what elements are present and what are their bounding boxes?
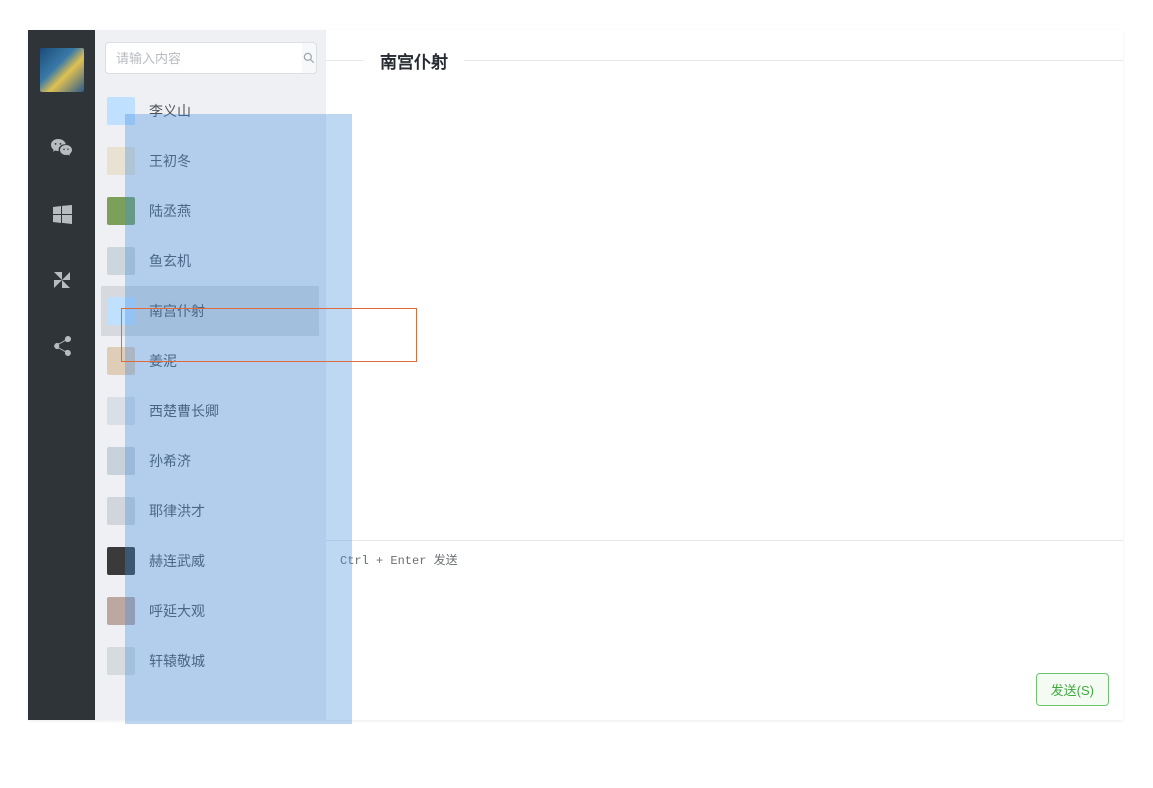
pinwheel-icon[interactable]: [42, 260, 82, 300]
contact-name: 西楚曹长卿: [149, 401, 219, 421]
contact-avatar: [107, 347, 135, 375]
contact-name: 陆丞燕: [149, 201, 191, 221]
contact-item[interactable]: 陆丞燕: [101, 186, 319, 236]
send-button[interactable]: 发送(S): [1036, 673, 1109, 706]
contact-avatar: [107, 647, 135, 675]
contact-name: 耶律洪才: [149, 501, 205, 521]
chat-messages[interactable]: [326, 90, 1123, 540]
user-avatar[interactable]: [40, 48, 84, 92]
contact-avatar: [107, 547, 135, 575]
contact-avatar: [107, 497, 135, 525]
contact-name: 姜泥: [149, 351, 177, 371]
contact-item[interactable]: 南宫仆射: [101, 286, 319, 336]
chat-editor: Ctrl + Enter 发送 发送(S): [326, 540, 1123, 720]
nav-sidebar: [28, 30, 95, 720]
contact-name: 赫连武威: [149, 551, 205, 571]
contact-item[interactable]: 鱼玄机: [101, 236, 319, 286]
contact-avatar: [107, 197, 135, 225]
search-row: [95, 30, 325, 86]
contact-name: 鱼玄机: [149, 251, 191, 271]
wechat-icon[interactable]: [42, 128, 82, 168]
contact-avatar: [107, 147, 135, 175]
contact-item[interactable]: 西楚曹长卿: [101, 386, 319, 436]
contact-item[interactable]: 耶律洪才: [101, 486, 319, 536]
contact-item[interactable]: 姜泥: [101, 336, 319, 386]
contact-item[interactable]: 王初冬: [101, 136, 319, 186]
contact-avatar: [107, 297, 135, 325]
contacts-panel: 李义山王初冬陆丞燕鱼玄机南宫仆射姜泥西楚曹长卿孙希济耶律洪才赫连武威呼延大观轩辕…: [95, 30, 325, 720]
windows-icon[interactable]: [42, 194, 82, 234]
contact-list[interactable]: 李义山王初冬陆丞燕鱼玄机南宫仆射姜泥西楚曹长卿孙希济耶律洪才赫连武威呼延大观轩辕…: [95, 86, 325, 720]
contact-avatar: [107, 447, 135, 475]
contact-item[interactable]: 呼延大观: [101, 586, 319, 636]
app-window: 李义山王初冬陆丞燕鱼玄机南宫仆射姜泥西楚曹长卿孙希济耶律洪才赫连武威呼延大观轩辕…: [28, 30, 1123, 720]
search-button[interactable]: [302, 42, 317, 74]
contact-item[interactable]: 李义山: [101, 86, 319, 136]
chat-header: 南宫仆射: [326, 30, 1123, 90]
contact-name: 王初冬: [149, 151, 191, 171]
contact-name: 呼延大观: [149, 601, 205, 621]
contact-avatar: [107, 97, 135, 125]
contact-avatar: [107, 247, 135, 275]
contact-item[interactable]: 赫连武威: [101, 536, 319, 586]
chat-panel: 南宫仆射 Ctrl + Enter 发送 发送(S): [325, 30, 1123, 720]
editor-hint[interactable]: Ctrl + Enter 发送: [326, 541, 1123, 663]
search-input[interactable]: [105, 42, 302, 74]
contact-name: 轩辕敬城: [149, 651, 205, 671]
chat-title: 南宫仆射: [364, 48, 464, 73]
contact-avatar: [107, 397, 135, 425]
contact-name: 南宫仆射: [149, 301, 205, 321]
contact-item[interactable]: 孙希济: [101, 436, 319, 486]
contact-name: 孙希济: [149, 451, 191, 471]
editor-actions: 发送(S): [326, 663, 1123, 720]
contact-name: 李义山: [149, 101, 191, 121]
share-icon[interactable]: [42, 326, 82, 366]
contact-avatar: [107, 597, 135, 625]
search-icon: [302, 51, 316, 65]
contact-item[interactable]: 轩辕敬城: [101, 636, 319, 686]
